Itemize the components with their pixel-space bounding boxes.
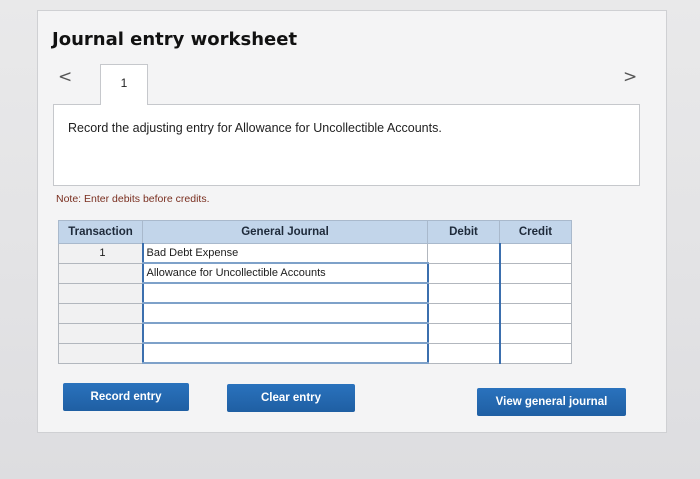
header-general-journal: General Journal bbox=[142, 220, 428, 244]
transaction-cell bbox=[58, 342, 143, 364]
credit-input[interactable] bbox=[498, 243, 572, 264]
page-title: Journal entry worksheet bbox=[52, 29, 298, 50]
transaction-cell bbox=[58, 302, 143, 324]
debit-input[interactable] bbox=[426, 322, 500, 344]
worksheet-panel: Journal entry worksheet < > 1 Record the… bbox=[37, 10, 667, 433]
debit-input[interactable] bbox=[427, 243, 500, 264]
table-row: 1 Bad Debt Expense bbox=[58, 243, 572, 264]
debit-input[interactable] bbox=[426, 282, 500, 304]
view-general-journal-button[interactable]: View general journal bbox=[477, 388, 626, 416]
debit-input[interactable] bbox=[426, 262, 500, 284]
credit-input[interactable] bbox=[498, 282, 572, 304]
table-row bbox=[58, 282, 572, 304]
credit-input[interactable] bbox=[498, 262, 572, 284]
account-input[interactable] bbox=[141, 342, 428, 364]
tab-entry-1[interactable]: 1 bbox=[100, 64, 148, 105]
header-credit: Credit bbox=[499, 220, 572, 244]
debit-input[interactable] bbox=[426, 342, 500, 364]
account-input[interactable]: Allowance for Uncollectible Accounts bbox=[141, 262, 428, 284]
note-text: Note: Enter debits before credits. bbox=[56, 193, 210, 205]
account-input[interactable]: Bad Debt Expense bbox=[141, 243, 428, 264]
credit-input[interactable] bbox=[498, 322, 572, 344]
transaction-cell: 1 bbox=[58, 243, 143, 264]
account-input[interactable] bbox=[141, 322, 428, 344]
header-transaction: Transaction bbox=[58, 220, 143, 244]
account-input[interactable] bbox=[141, 282, 428, 304]
instruction-text: Record the adjusting entry for Allowance… bbox=[68, 121, 442, 135]
credit-input[interactable] bbox=[498, 342, 572, 364]
account-input[interactable] bbox=[141, 302, 428, 324]
table-row bbox=[58, 302, 572, 324]
record-entry-button[interactable]: Record entry bbox=[63, 383, 189, 411]
table-row: Allowance for Uncollectible Accounts bbox=[58, 262, 572, 284]
credit-input[interactable] bbox=[498, 302, 572, 324]
transaction-cell bbox=[58, 322, 143, 344]
table-row bbox=[58, 342, 572, 364]
header-debit: Debit bbox=[427, 220, 500, 244]
transaction-cell bbox=[58, 282, 143, 304]
table-header-row: Transaction General Journal Debit Credit bbox=[58, 220, 572, 244]
instruction-box: Record the adjusting entry for Allowance… bbox=[53, 104, 640, 186]
table-row bbox=[58, 322, 572, 344]
chevron-right-icon[interactable]: > bbox=[623, 67, 637, 87]
transaction-cell bbox=[58, 262, 143, 284]
journal-table: Transaction General Journal Debit Credit… bbox=[58, 220, 572, 364]
debit-input[interactable] bbox=[426, 302, 500, 324]
clear-entry-button[interactable]: Clear entry bbox=[227, 384, 355, 412]
chevron-left-icon[interactable]: < bbox=[58, 67, 72, 87]
